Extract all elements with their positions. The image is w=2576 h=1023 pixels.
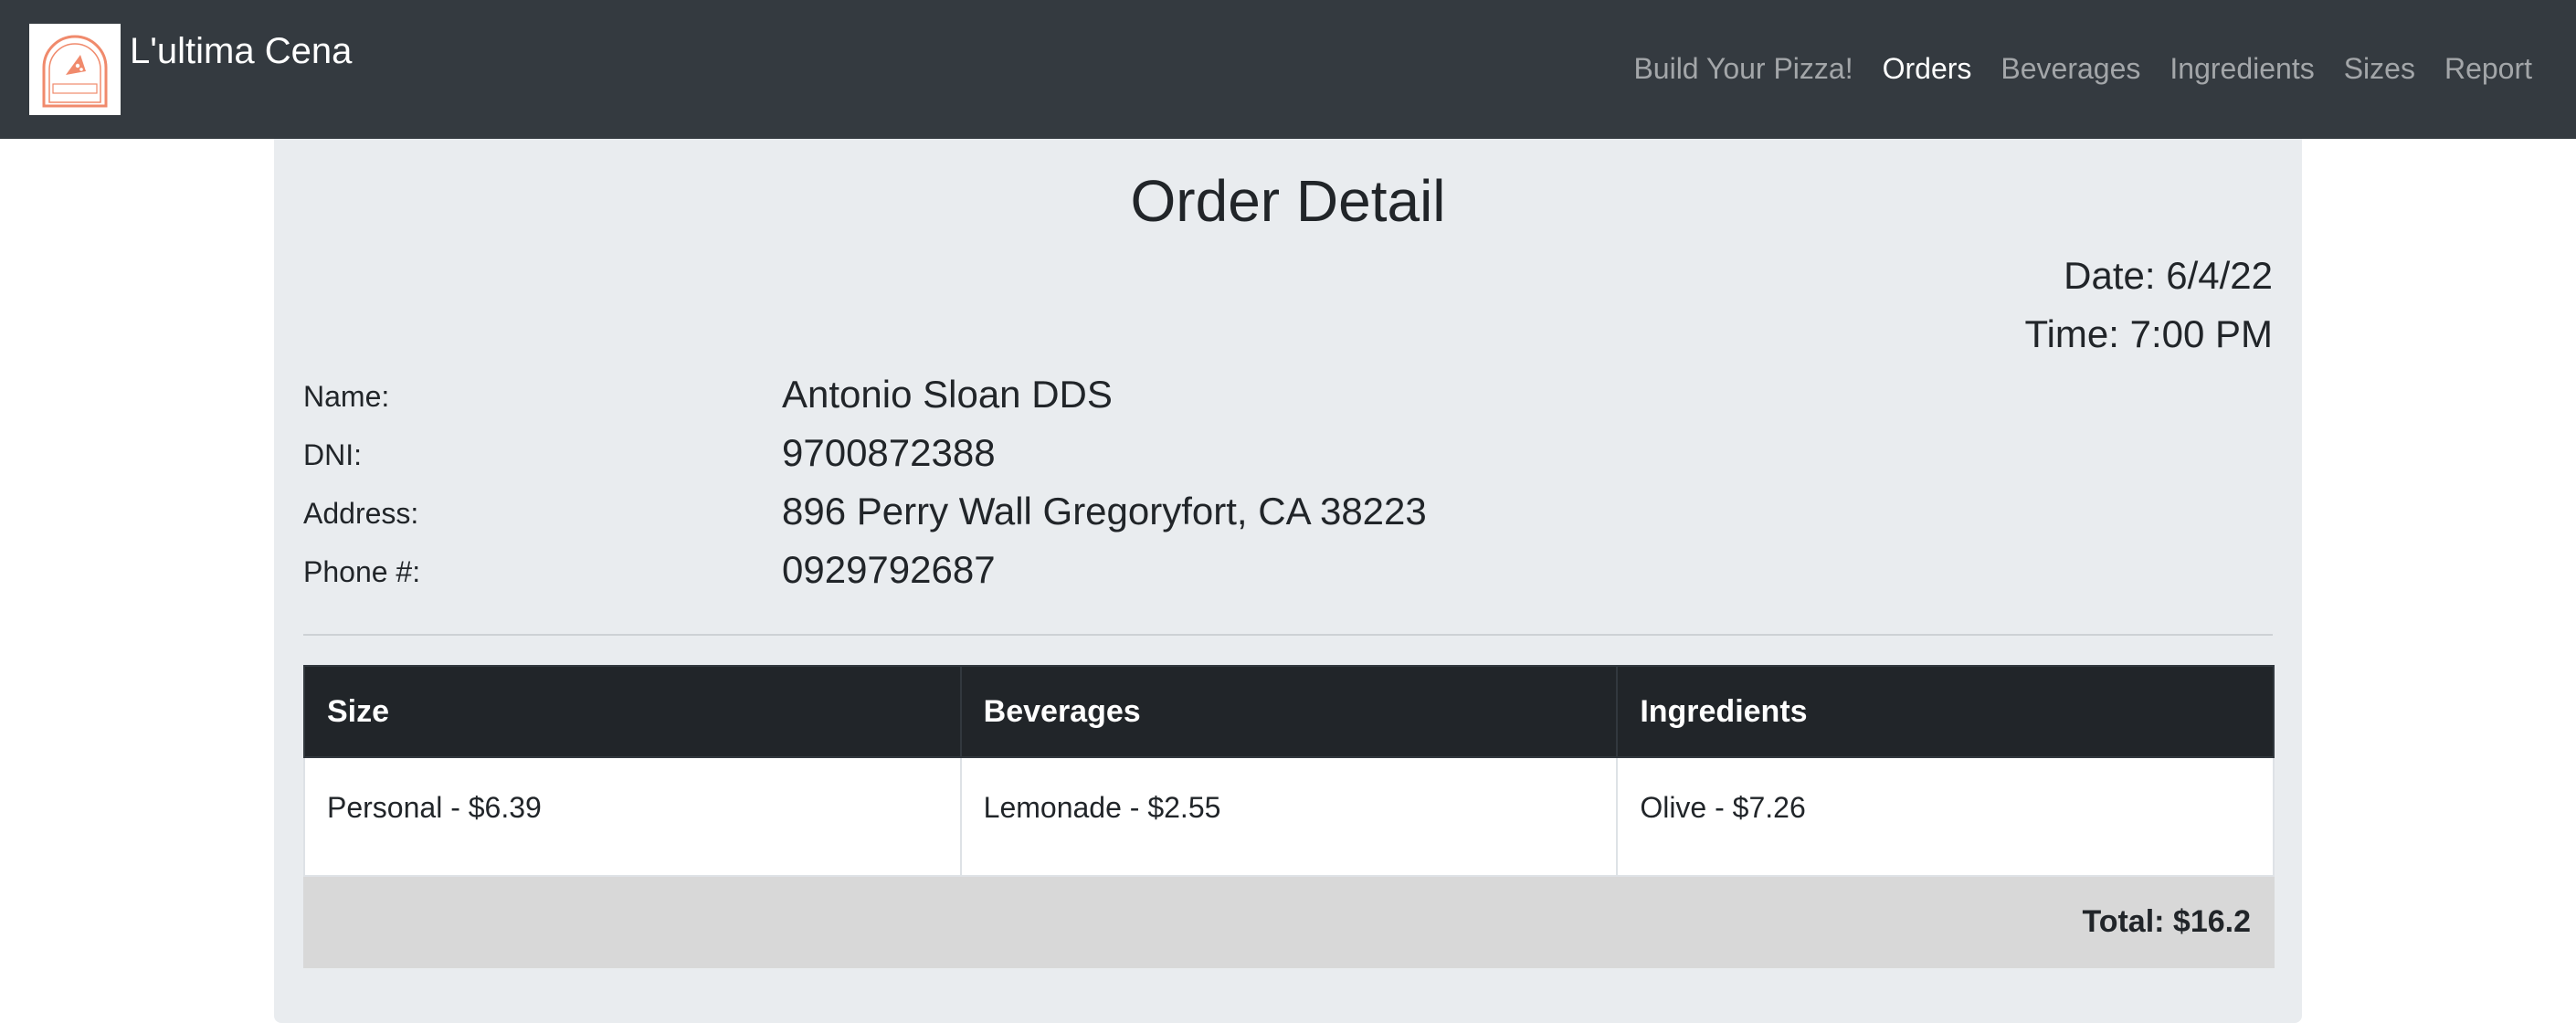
order-date: Date: 6/4/22 [2064,254,2273,297]
customer-dni-row: DNI: 9700872388 [303,424,2130,479]
cell-beverages: Lemonade - $2.55 [959,756,1619,877]
order-items-table: Size Beverages Ingredients Personal - $6… [303,665,2275,968]
pizza-logo-icon [42,35,108,108]
name-value: Antonio Sloan DDS [782,373,1113,416]
address-label: Address: [303,497,419,530]
cell-size: Personal - $6.39 [303,756,962,877]
section-divider [303,634,2273,636]
name-label: Name: [303,380,390,413]
nav-report[interactable]: Report [2444,49,2532,88]
page-title: Order Detail [1130,168,1446,234]
brand-name[interactable]: L'ultima Cena [130,29,352,73]
dni-value: 9700872388 [782,431,996,474]
nav-build-your-pizza[interactable]: Build Your Pizza! [1633,49,1853,88]
table-header-row: Size Beverages Ingredients [303,665,2275,758]
address-value: 896 Perry Wall Gregoryfort, CA 38223 [782,490,1427,533]
nav-beverages[interactable]: Beverages [2001,49,2140,88]
header-size: Size [303,665,962,758]
customer-phone-row: Phone #: 0929792687 [303,541,2130,596]
header-beverages: Beverages [959,665,1619,758]
main-nav: Build Your Pizza! Orders Beverages Ingre… [1633,49,2532,88]
customer-name-row: Name: Antonio Sloan DDS [303,365,2130,420]
nav-ingredients[interactable]: Ingredients [2170,49,2314,88]
brand-logo[interactable] [29,24,121,115]
phone-label: Phone #: [303,555,421,588]
order-total: Total: $16.2 [303,875,2275,968]
cell-ingredients: Olive - $7.26 [1616,756,2275,877]
top-navbar: L'ultima Cena Build Your Pizza! Orders B… [0,0,2576,139]
customer-address-row: Address: 896 Perry Wall Gregoryfort, CA … [303,482,2130,537]
nav-sizes[interactable]: Sizes [2344,49,2415,88]
header-ingredients: Ingredients [1616,665,2275,758]
total-row: Total: $16.2 [303,875,2275,968]
phone-value: 0929792687 [782,548,996,591]
dni-label: DNI: [303,438,362,471]
table-row: Personal - $6.39 Lemonade - $2.55 Olive … [303,756,2275,877]
nav-orders[interactable]: Orders [1883,49,1972,88]
order-detail-card: Order Detail Date: 6/4/22 Time: 7:00 PM … [274,139,2302,1023]
order-time: Time: 7:00 PM [2024,312,2273,355]
